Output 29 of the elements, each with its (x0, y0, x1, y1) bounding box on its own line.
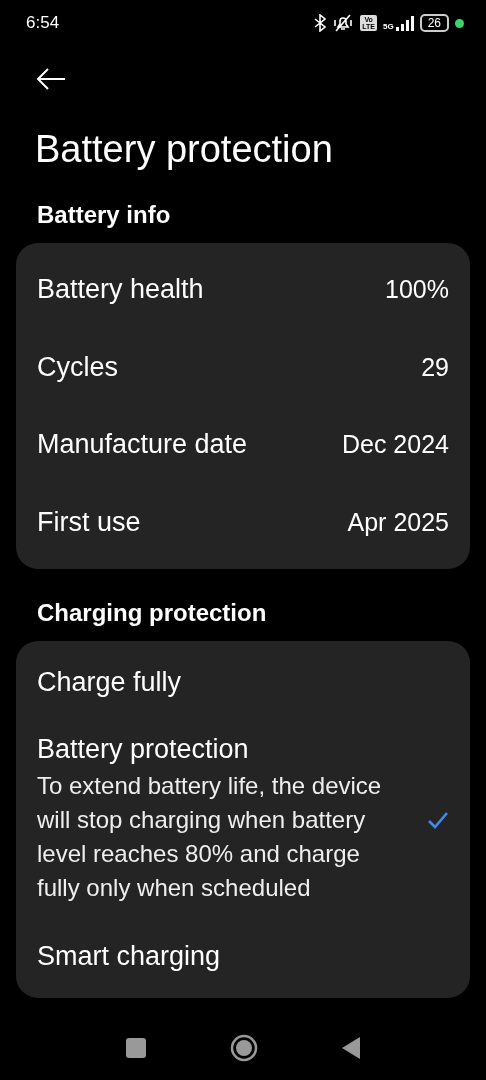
battery-level: 26 (419, 14, 449, 32)
info-value: 29 (421, 352, 449, 382)
info-label: First use (37, 506, 141, 538)
info-value: 100% (385, 275, 449, 305)
network-type: 5G (382, 22, 394, 31)
info-value: Dec 2024 (341, 430, 449, 460)
option-label: Charge fully (37, 667, 183, 698)
info-label: Battery health (37, 274, 204, 306)
page-title: Battery protection (35, 128, 334, 171)
section-heading: Battery info (37, 201, 172, 229)
charging-option[interactable]: Smart charging (37, 923, 449, 990)
signal-icon (395, 15, 414, 31)
bluetooth-icon (314, 14, 327, 32)
back-arrow-icon[interactable] (36, 68, 66, 90)
info-label: Cycles (37, 351, 118, 383)
recents-icon[interactable] (126, 1037, 146, 1058)
charging-option[interactable]: Battery protection To extend battery life, the device will stop charging when battery level reaches 80% and charge fully only when scheduled (37, 716, 449, 923)
option-label: Battery protection (37, 734, 250, 765)
back-icon[interactable] (342, 1036, 360, 1059)
info-value: Apr 2025 (347, 507, 449, 537)
indicator-dot (455, 18, 464, 28)
muted-bell-icon (332, 14, 355, 32)
status-time: 6:54 (26, 13, 61, 33)
option-description: To extend battery life, the device will stop charging when battery level reaches 80% and charge fully only when scheduled (37, 771, 383, 903)
charging-option[interactable]: Charge fully (37, 649, 449, 716)
section-heading: Charging protection (37, 599, 268, 627)
info-label: Manufacture date (37, 429, 248, 461)
home-icon[interactable] (230, 1033, 258, 1062)
option-label: Smart charging (37, 941, 222, 972)
